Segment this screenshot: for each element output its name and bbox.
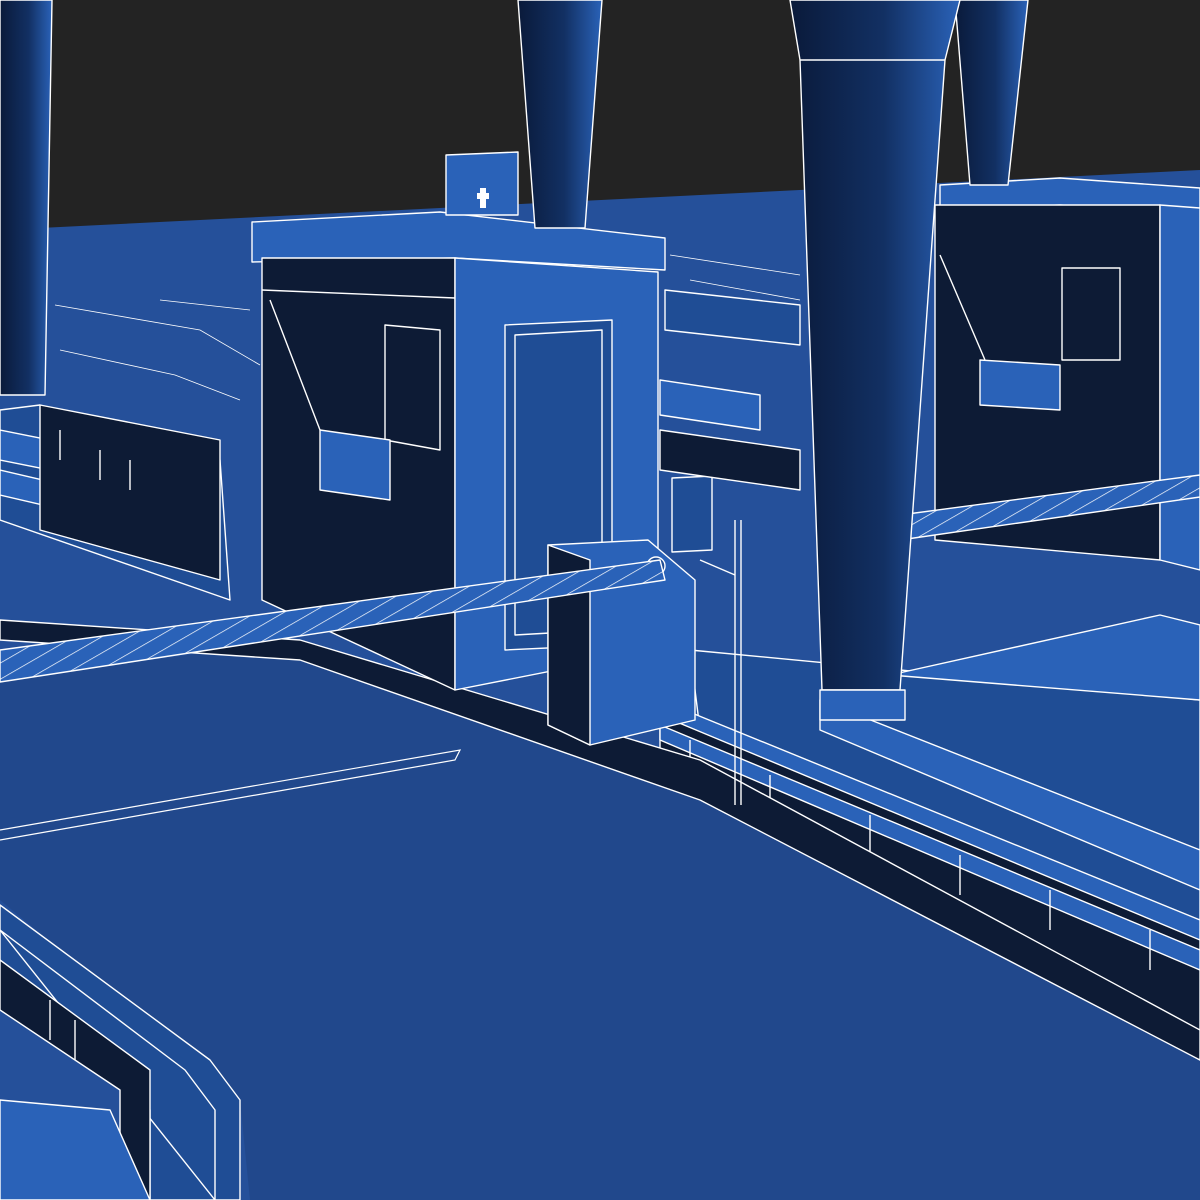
booth-right-service-window [979, 359, 1061, 411]
booth-right-window [1061, 267, 1121, 361]
lane-sign [445, 151, 519, 216]
booth-left-window [384, 324, 441, 451]
booth-left-service-window [319, 429, 391, 501]
canopy-column-far-left [0, 0, 53, 396]
toll-plaza-wireframe-scene [0, 0, 1200, 1200]
